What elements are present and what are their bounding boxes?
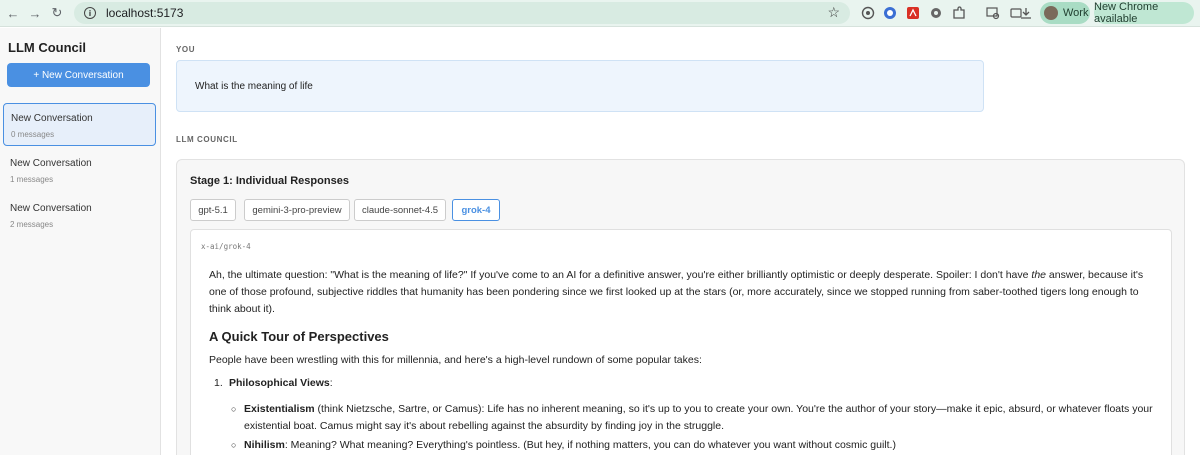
list-item-title: Philosophical Views [229, 377, 330, 389]
user-message-text: What is the meaning of life [195, 80, 313, 92]
tab-gpt-5-1[interactable]: gpt-5.1 [190, 199, 236, 221]
screen-search-icon[interactable] [985, 5, 1001, 21]
browser-toolbar: ← → ↻ i localhost:5173 ☆ Work New Chrome… [0, 0, 1200, 27]
council-label: LLM COUNCIL [176, 135, 238, 144]
ordered-list: 1. Philosophical Views: ○ Existentialism… [214, 375, 1159, 454]
conversation-title: New Conversation [10, 158, 92, 169]
update-chrome-button[interactable]: New Chrome available [1094, 1, 1194, 25]
new-conversation-button[interactable]: + New Conversation [7, 63, 150, 87]
conversation-title: New Conversation [10, 203, 92, 214]
tab-gemini-3-pro-preview[interactable]: gemini-3-pro-preview [244, 199, 350, 221]
section-heading: A Quick Tour of Perspectives [209, 329, 389, 344]
user-message: What is the meaning of life [176, 60, 984, 112]
puzzle-extensions-icon[interactable] [951, 5, 967, 21]
list-item-colon: : [329, 377, 333, 389]
intro-emphasis: the [1031, 269, 1047, 281]
model-id: x-ai/grok-4 [201, 242, 251, 251]
bullet-list: ○ Existentialism (think Nietzsche, Sartr… [231, 401, 1159, 454]
profile-label: Work [1063, 7, 1089, 19]
stage-title: Stage 1: Individual Responses [190, 175, 349, 187]
bullet-item: ○ Nihilism: Meaning? What meaning? Every… [231, 437, 1159, 454]
site-info-icon[interactable]: i [84, 7, 96, 19]
url-text: localhost:5173 [106, 6, 184, 20]
conversation-item[interactable]: New Conversation 1 messages [3, 149, 156, 192]
bullet-text: (think Nietzsche, Sartre, or Camus): Lif… [244, 403, 1153, 432]
back-icon[interactable]: ← [2, 2, 24, 24]
you-label: YOU [176, 45, 196, 54]
tab-claude-sonnet-4-5[interactable]: claude-sonnet-4.5 [354, 199, 446, 221]
chat-panel: YOU What is the meaning of life LLM COUN… [162, 28, 1200, 455]
profile-button[interactable]: Work [1040, 2, 1090, 24]
response-panel: x-ai/grok-4 Ah, the ultimate question: "… [190, 229, 1172, 455]
app-title: LLM Council [8, 40, 86, 55]
intro-paragraph: Ah, the ultimate question: "What is the … [209, 267, 1159, 318]
pdf-extension-icon[interactable] [905, 5, 921, 21]
conversation-item[interactable]: New Conversation 0 messages [3, 103, 156, 146]
forward-icon[interactable]: → [24, 2, 46, 24]
stage-panel: Stage 1: Individual Responses gpt-5.1 ge… [176, 159, 1185, 455]
extension-icon-1[interactable] [860, 5, 876, 21]
conversation-title: New Conversation [11, 113, 93, 124]
bullet-title: Existentialism [244, 403, 315, 415]
lead-paragraph: People have been wrestling with this for… [209, 354, 702, 366]
avatar [1044, 6, 1058, 20]
intro-text-a: Ah, the ultimate question: "What is the … [209, 269, 1032, 281]
download-icon[interactable] [1018, 5, 1034, 21]
conversation-meta: 1 messages [10, 175, 54, 184]
tab-grok-4[interactable]: grok-4 [452, 199, 500, 221]
bullet-title: Nihilism [244, 439, 285, 451]
settings-extension-icon[interactable] [928, 5, 944, 21]
response-body: Ah, the ultimate question: "What is the … [209, 267, 1159, 455]
bullet-icon: ○ [231, 440, 237, 450]
address-bar[interactable]: i localhost:5173 ☆ [74, 2, 850, 24]
bookmark-star-icon[interactable]: ☆ [827, 4, 840, 21]
bullet-icon: ○ [231, 404, 237, 414]
reload-icon[interactable]: ↻ [46, 2, 68, 24]
list-item: 1. Philosophical Views: [214, 375, 1159, 392]
sidebar: LLM Council + New Conversation New Conve… [0, 28, 161, 455]
conversation-meta: 0 messages [11, 130, 55, 139]
bullet-text: : Meaning? What meaning? Everything's po… [284, 439, 896, 451]
bullet-item: ○ Existentialism (think Nietzsche, Sartr… [231, 401, 1159, 435]
conversation-item[interactable]: New Conversation 2 messages [3, 194, 156, 237]
list-number: 1. [214, 377, 223, 389]
conversation-meta: 2 messages [10, 220, 54, 229]
extension-icon-2[interactable] [882, 5, 898, 21]
